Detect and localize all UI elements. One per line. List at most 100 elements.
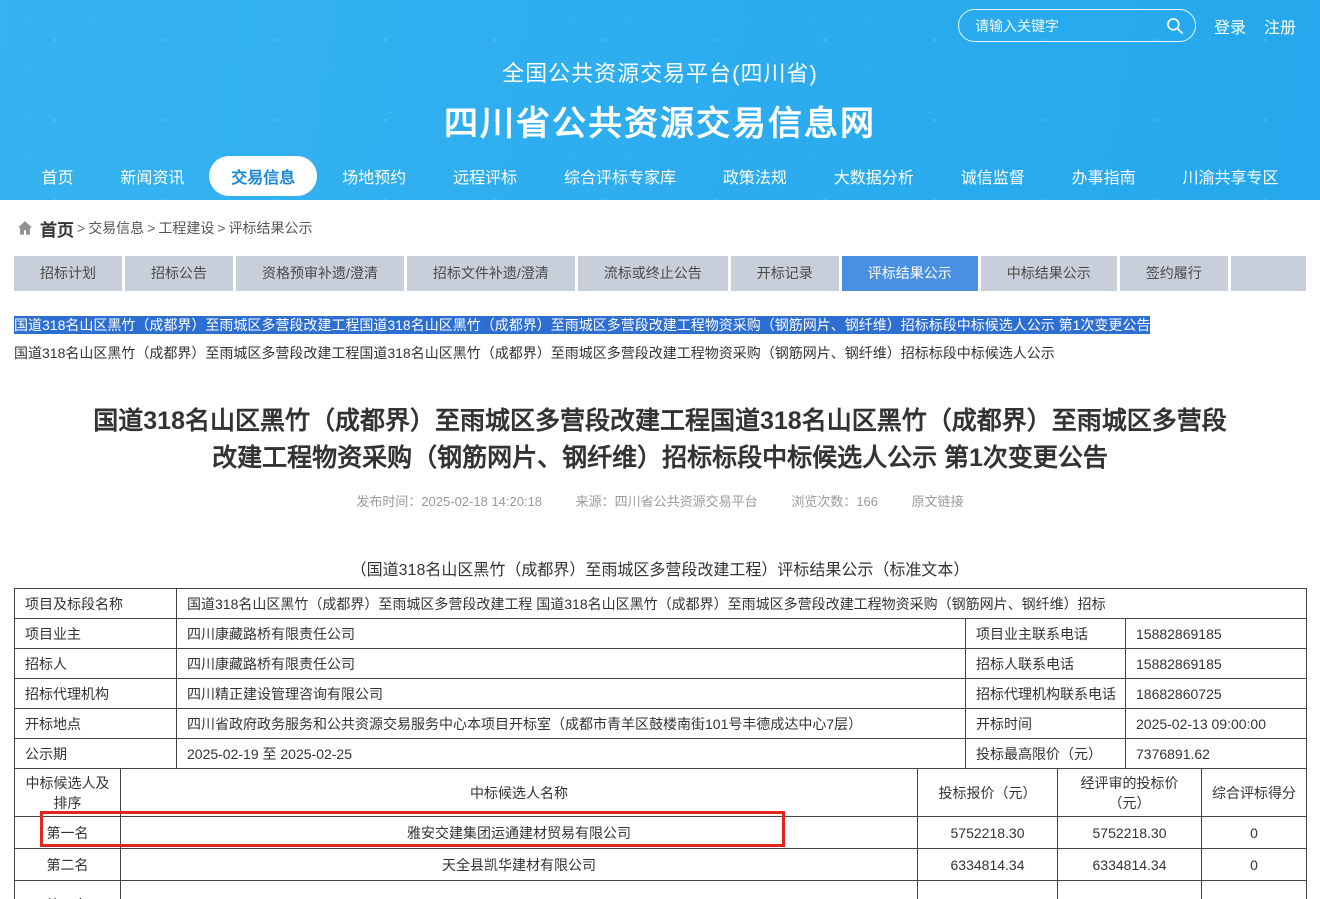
tenderer-value: 四川康藏路桥有限责任公司: [177, 649, 966, 679]
candidate-score: 0: [1202, 817, 1307, 849]
publicity-period-value: 2025-02-19 至 2025-02-25: [177, 739, 966, 769]
table-row-first-candidate: 第一名 雅安交建集团运通建材贸易有限公司 5752218.30 5752218.…: [15, 817, 1307, 849]
tab-failed-or-terminated[interactable]: 流标或终止公告: [578, 256, 728, 291]
breadcrumb-separator: >: [217, 220, 225, 236]
search-icon[interactable]: [1165, 16, 1185, 36]
category-tabs: 招标计划 招标公告 资格预审补遗/澄清 招标文件补遗/澄清 流标或终止公告 开标…: [14, 256, 1306, 291]
list-item-selected-text[interactable]: 国道318名山区黑竹（成都界）至雨城区多营段改建工程国道318名山区黑竹（成都界…: [14, 316, 1150, 334]
candidate-rank: 第三名: [15, 881, 121, 899]
tab-prequalification-supplement[interactable]: 资格预审补遗/澄清: [236, 256, 404, 291]
breadcrumb-trade-info[interactable]: 交易信息: [88, 218, 144, 238]
nav-item-venue-booking[interactable]: 场地预约: [320, 156, 428, 196]
breadcrumb: 首页 > 交易信息 > 工程建设 > 评标结果公示: [0, 200, 1320, 256]
nav-item-policies[interactable]: 政策法规: [701, 156, 809, 196]
site-header: 登录 注册 全国公共资源交易平台(四川省) 四川省公共资源交易信息网 首页 新闻…: [0, 0, 1320, 200]
nav-item-big-data[interactable]: 大数据分析: [812, 156, 936, 196]
search-input[interactable]: [975, 18, 1165, 34]
col-header-rank: 中标候选人及排序: [15, 769, 121, 817]
list-item[interactable]: 国道318名山区黑竹（成都界）至雨城区多营段改建工程国道318名山区黑竹（成都界…: [14, 343, 1320, 363]
candidate-name: 天全县凯华建材有限公司: [121, 849, 918, 881]
tab-filler: [1231, 256, 1306, 291]
publish-time: 发布时间：2025-02-18 14:20:18: [356, 494, 542, 509]
col-header-score: 综合评标得分: [1202, 769, 1307, 817]
tab-contract-performance[interactable]: 签约履行: [1120, 256, 1228, 291]
nav-item-remote-evaluation[interactable]: 远程评标: [431, 156, 539, 196]
project-name-value: 国道318名山区黑竹（成都界）至雨城区多营段改建工程 国道318名山区黑竹（成都…: [177, 589, 1307, 619]
breadcrumb-separator: >: [77, 220, 85, 236]
candidate-score: 0: [1202, 849, 1307, 881]
original-link[interactable]: 原文链接: [912, 494, 964, 509]
main-nav: 首页 新闻资讯 交易信息 场地预约 远程评标 综合评标专家库 政策法规 大数据分…: [0, 156, 1320, 196]
tab-winning-result[interactable]: 中标结果公示: [981, 256, 1117, 291]
article-meta: 发布时间：2025-02-18 14:20:18 来源：四川省公共资源交易平台 …: [0, 491, 1320, 510]
tab-evaluation-result[interactable]: 评标结果公示: [842, 256, 978, 291]
register-link[interactable]: 注册: [1264, 14, 1296, 38]
breadcrumb-home[interactable]: 首页: [40, 216, 74, 241]
tab-bidding-plan[interactable]: 招标计划: [14, 256, 122, 291]
tab-bid-opening-record[interactable]: 开标记录: [731, 256, 839, 291]
table-row: 招标人 四川康藏路桥有限责任公司 招标人联系电话 15882869185: [15, 649, 1307, 679]
opening-time-value: 2025-02-13 09:00:00: [1126, 709, 1307, 739]
candidate-evaluated-bid: 5752218.30: [1058, 817, 1202, 849]
owner-phone-label: 项目业主联系电话: [966, 619, 1126, 649]
project-name-label: 项目及标段名称: [15, 589, 177, 619]
site-title: 四川省公共资源交易信息网: [0, 96, 1320, 145]
page-title: 国道318名山区黑竹（成都界）至雨城区多营段改建工程国道318名山区黑竹（成都界…: [85, 403, 1235, 477]
col-header-evaluated-price: 经评审的投标价（元）: [1058, 769, 1202, 817]
table-row-second-candidate: 第二名 天全县凯华建材有限公司 6334814.34 6334814.34 0: [15, 849, 1307, 881]
agency-phone-label: 招标代理机构联系电话: [966, 679, 1126, 709]
nav-item-integrity[interactable]: 诚信监督: [939, 156, 1047, 196]
list-item-selected[interactable]: 国道318名山区黑竹（成都界）至雨城区多营段改建工程国道318名山区黑竹（成都界…: [14, 315, 1320, 335]
result-list: 国道318名山区黑竹（成都界）至雨城区多营段改建工程国道318名山区黑竹（成都界…: [0, 315, 1320, 363]
tab-bid-document-supplement[interactable]: 招标文件补遗/澄清: [407, 256, 575, 291]
platform-title: 全国公共资源交易平台(四川省): [0, 56, 1320, 88]
candidate-rank: 第二名: [15, 849, 121, 881]
agency-value: 四川精正建设管理咨询有限公司: [177, 679, 966, 709]
nav-item-guide[interactable]: 办事指南: [1050, 156, 1158, 196]
view-count: 浏览次数：166: [791, 494, 878, 509]
breadcrumb-evaluation-result[interactable]: 评标结果公示: [229, 218, 313, 238]
table-row: 开标地点 四川省政府政务服务和公共资源交易服务中心本项目开标室（成都市青羊区鼓楼…: [15, 709, 1307, 739]
table-header-row: 中标候选人及排序 中标候选人名称 投标报价（元） 经评审的投标价（元） 综合评标…: [15, 769, 1307, 817]
owner-value: 四川康藏路桥有限责任公司: [177, 619, 966, 649]
agency-phone-value: 18682860725: [1126, 679, 1307, 709]
candidate-bid: [918, 881, 1058, 899]
agency-label: 招标代理机构: [15, 679, 177, 709]
home-icon[interactable]: [16, 219, 34, 237]
candidates-table: 中标候选人及排序 中标候选人名称 投标报价（元） 经评审的投标价（元） 综合评标…: [14, 768, 1307, 899]
header-search-area: 登录 注册: [958, 9, 1296, 42]
info-table-wrap: 项目及标段名称 国道318名山区黑竹（成都界）至雨城区多营段改建工程 国道318…: [14, 588, 1306, 899]
candidate-rank: 第一名: [15, 817, 121, 849]
table-row: 招标代理机构 四川精正建设管理咨询有限公司 招标代理机构联系电话 1868286…: [15, 679, 1307, 709]
tenderer-phone-value: 15882869185: [1126, 649, 1307, 679]
opening-place-label: 开标地点: [15, 709, 177, 739]
max-price-label: 投标最高限价（元）: [966, 739, 1126, 769]
nav-item-chuanyu-zone[interactable]: 川渝共享专区: [1161, 156, 1301, 196]
candidate-bid: 5752218.30: [918, 817, 1058, 849]
tenderer-label: 招标人: [15, 649, 177, 679]
publicity-period-label: 公示期: [15, 739, 177, 769]
info-table: 项目及标段名称 国道318名山区黑竹（成都界）至雨城区多营段改建工程 国道318…: [14, 588, 1307, 769]
owner-phone-value: 15882869185: [1126, 619, 1307, 649]
tab-bidding-announcement[interactable]: 招标公告: [125, 256, 233, 291]
opening-time-label: 开标时间: [966, 709, 1126, 739]
tenderer-phone-label: 招标人联系电话: [966, 649, 1126, 679]
col-header-bid-price: 投标报价（元）: [918, 769, 1058, 817]
candidate-name: 雅安交建集团运通建材贸易有限公司: [121, 817, 918, 849]
nav-item-news[interactable]: 新闻资讯: [98, 156, 206, 196]
nav-item-expert-db[interactable]: 综合评标专家库: [542, 156, 698, 196]
candidate-name: [121, 881, 918, 899]
nav-item-trade-info[interactable]: 交易信息: [209, 156, 317, 196]
login-link[interactable]: 登录: [1214, 14, 1246, 38]
candidate-evaluated-bid: [1058, 881, 1202, 899]
owner-label: 项目业主: [15, 619, 177, 649]
candidate-score: [1202, 881, 1307, 899]
candidate-evaluated-bid: 6334814.34: [1058, 849, 1202, 881]
nav-item-home[interactable]: 首页: [19, 156, 95, 196]
search-box[interactable]: [958, 9, 1196, 42]
breadcrumb-engineering[interactable]: 工程建设: [158, 218, 214, 238]
candidate-bid: 6334814.34: [918, 849, 1058, 881]
table-row: 公示期 2025-02-19 至 2025-02-25 投标最高限价（元） 73…: [15, 739, 1307, 769]
breadcrumb-separator: >: [147, 220, 155, 236]
source: 来源：四川省公共资源交易平台: [576, 494, 758, 509]
